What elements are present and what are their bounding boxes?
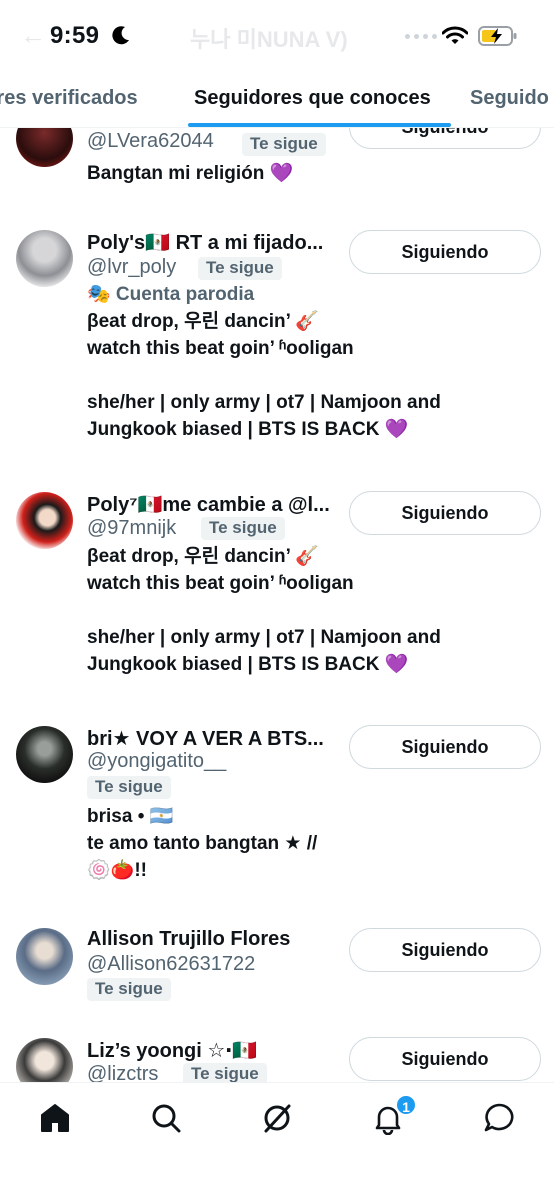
battery-charging-icon xyxy=(478,26,517,46)
list-item[interactable]: Poly's🇲🇽 RT a mi fijado... @lvr_poly Te … xyxy=(0,228,554,458)
moon-icon xyxy=(112,26,129,45)
following-button[interactable]: Siguiendo xyxy=(349,725,541,769)
list-item[interactable]: bri★ VOY A VER A BTS... @yongigatito__ T… xyxy=(0,724,554,894)
user-display-name: Allison Trujillo Flores xyxy=(87,928,291,950)
cellular-signal-icon xyxy=(405,34,437,39)
user-list: @LVera62044 Te sigue Bangtan mi religión… xyxy=(0,0,554,1199)
search-icon[interactable] xyxy=(149,1101,183,1135)
list-item[interactable]: Poly⁷🇲🇽me cambie a @l... @97mnijk Te sig… xyxy=(0,490,554,690)
following-button[interactable]: Siguiendo xyxy=(349,928,541,972)
following-button[interactable]: Siguiendo xyxy=(349,230,541,274)
tab-followers-you-know[interactable]: Seguidores que conoces xyxy=(194,87,431,110)
follows-you-badge: Te sigue xyxy=(198,257,282,280)
user-handle: @lvr_poly xyxy=(87,256,177,278)
user-bio: βeat drop, 우린 dancin’ 🎸 watch this beat … xyxy=(87,546,441,675)
user-display-name: Liz’s yoongi ☆‧🇲🇽 xyxy=(87,1040,258,1062)
parody-account-label: 🎭 Cuenta parodia xyxy=(87,284,255,305)
avatar[interactable] xyxy=(16,492,73,549)
user-display-name: bri★ VOY A VER A BTS... xyxy=(87,728,324,750)
tab-verified-followers[interactable]: dores verificados xyxy=(0,87,138,110)
followers-tabs: dores verificados Seguidores que conoces… xyxy=(0,70,554,128)
status-time: 9:59 xyxy=(50,22,100,49)
avatar[interactable] xyxy=(16,726,73,783)
following-button[interactable]: Siguiendo xyxy=(349,491,541,535)
notifications-count-badge: 1 xyxy=(395,1094,417,1116)
user-handle: @97mnijk xyxy=(87,517,177,539)
user-display-name: Poly⁷🇲🇽me cambie a @l... xyxy=(87,494,330,516)
user-handle: @Allison62631722 xyxy=(87,953,256,975)
avatar[interactable] xyxy=(16,230,73,287)
user-bio: βeat drop, 우린 dancin’ 🎸 watch this beat … xyxy=(87,311,441,440)
avatar[interactable] xyxy=(16,928,73,985)
status-bar: ← 누나 미NUNA V) 9:59 xyxy=(0,0,554,70)
follows-you-badge: Te sigue xyxy=(87,978,171,1001)
follows-you-badge: Te sigue xyxy=(87,776,171,799)
list-item[interactable]: Allison Trujillo Flores @Allison62631722… xyxy=(0,926,554,1016)
user-bio: brisa • 🇦🇷 te amo tanto bangtan ★ // 🍥🍅!… xyxy=(87,806,318,881)
grok-icon[interactable] xyxy=(260,1101,294,1135)
user-handle: @LVera62044 xyxy=(87,130,214,152)
back-arrow-icon: ← xyxy=(20,20,46,50)
bottom-navigation: 1 xyxy=(0,1082,554,1199)
faded-profile-title: 누나 미NUNA V) xyxy=(190,27,348,52)
following-button[interactable]: Siguiendo xyxy=(349,1037,541,1081)
follows-you-badge: Te sigue xyxy=(242,133,326,156)
home-icon[interactable] xyxy=(38,1101,72,1135)
active-tab-indicator xyxy=(188,123,451,127)
messages-icon[interactable] xyxy=(482,1101,516,1135)
wifi-icon xyxy=(442,26,468,44)
user-bio: Bangtan mi religión 💜 xyxy=(87,163,294,184)
tab-following[interactable]: Seguido xyxy=(470,87,549,110)
user-display-name: Poly's🇲🇽 RT a mi fijado... xyxy=(87,232,324,254)
user-handle: @yongigatito__ xyxy=(87,750,227,772)
follows-you-badge: Te sigue xyxy=(201,517,285,540)
